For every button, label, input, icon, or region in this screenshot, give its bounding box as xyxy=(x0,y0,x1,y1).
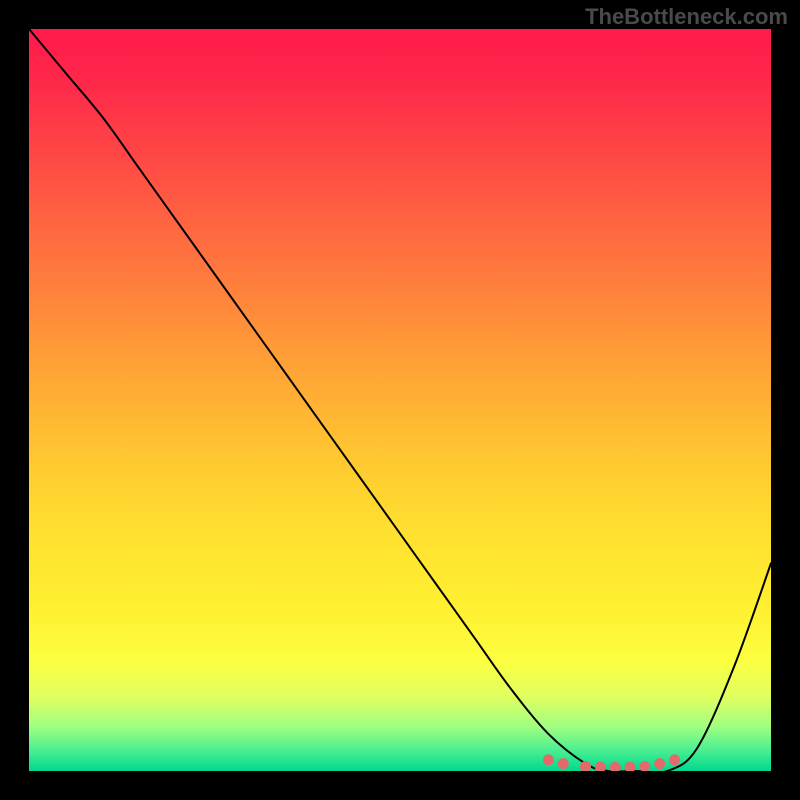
highlight-dot xyxy=(625,762,636,771)
highlight-dot xyxy=(654,758,665,769)
chart-svg xyxy=(29,29,771,771)
bottleneck-curve-line xyxy=(29,29,771,771)
highlight-dots-group xyxy=(543,754,680,771)
plot-area xyxy=(29,29,771,771)
highlight-dot xyxy=(669,754,680,765)
highlight-dot xyxy=(595,762,606,771)
highlight-dot xyxy=(610,762,621,771)
highlight-dot xyxy=(580,761,591,771)
highlight-dot xyxy=(558,758,569,769)
highlight-dot xyxy=(639,761,650,771)
watermark-label: TheBottleneck.com xyxy=(585,4,788,30)
highlight-dot xyxy=(543,754,554,765)
